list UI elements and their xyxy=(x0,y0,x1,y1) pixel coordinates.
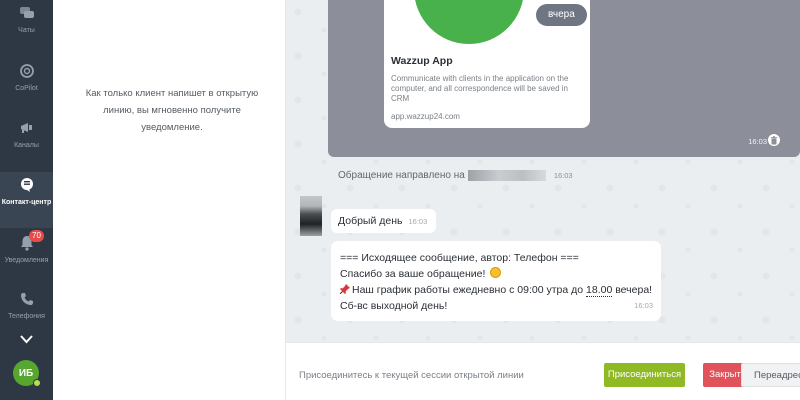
time-highlight[interactable]: 18.00 xyxy=(586,284,613,297)
client-avatar[interactable] xyxy=(300,196,322,236)
sidebar-item-label: Контакт-центр xyxy=(1,199,52,206)
sessions-empty-panel: Как только клиент напишет в открытую лин… xyxy=(53,0,286,400)
message-time: 16:03 xyxy=(634,301,653,310)
message-line: Спасибо за ваше обращение! xyxy=(340,266,653,282)
sidebar-item-label: Чаты xyxy=(18,27,35,34)
sidebar-item-notifications[interactable]: 70 Уведомления xyxy=(0,230,53,290)
sidebar-item-label: Телефония xyxy=(8,313,45,320)
join-session-prompt: Присоединитесь к текущей сессии открытой… xyxy=(299,370,524,381)
sidebar-item-label: Уведомления xyxy=(4,257,49,264)
message-line-text: Спасибо за ваше обращение! xyxy=(340,268,486,280)
sidebar-item-channels[interactable]: Каналы xyxy=(0,119,53,175)
sidebar-item-copilot[interactable]: CoPilot xyxy=(0,62,53,118)
link-preview-description: Communicate with clients in the applicat… xyxy=(391,74,569,103)
trash-icon[interactable] xyxy=(768,134,780,146)
incoming-message: Добрый день 16:03 xyxy=(331,209,436,233)
message-text: Добрый день xyxy=(338,215,403,227)
message-time: 16:03 xyxy=(553,171,573,180)
message-time: 16:03 xyxy=(408,217,428,226)
copilot-icon xyxy=(18,62,36,80)
chevron-down-icon[interactable] xyxy=(18,332,35,346)
blurred-operator-name xyxy=(467,170,546,181)
message-time: 16:03 xyxy=(748,137,767,146)
phone-icon xyxy=(18,290,36,308)
megaphone-icon xyxy=(18,119,36,137)
main-sidebar: Чаты CoPilot Каналы Контакт-центр 70 Уве… xyxy=(0,0,53,400)
join-button[interactable]: Присоединиться xyxy=(604,363,685,387)
sidebar-item-contact-center[interactable]: Контакт-центр xyxy=(0,172,53,228)
day-separator-chip: вчера xyxy=(536,4,587,26)
message-line-text: Наш график работы ежедневно с 09:00 утра… xyxy=(352,284,587,296)
message-line: Сб-вс выходной день! xyxy=(340,300,448,312)
system-message-text: Обращение направлено на xyxy=(338,170,465,181)
action-bar-clip: Присоединитесь к текущей сессии открытой… xyxy=(286,343,800,400)
sidebar-item-label: CoPilot xyxy=(15,85,38,92)
session-action-bar: Присоединитесь к текущей сессии открытой… xyxy=(286,342,800,400)
sidebar-item-label: Каналы xyxy=(14,142,39,149)
sidebar-item-chats[interactable]: Чаты xyxy=(0,4,53,60)
online-status-dot xyxy=(33,379,41,387)
link-preview-domain: app.wazzup24.com xyxy=(391,112,460,121)
notifications-badge: 70 xyxy=(29,230,44,242)
system-message: Обращение направлено на 16:03 xyxy=(338,170,573,181)
message-line: === Исходящее сообщение, автор: Телефон … xyxy=(340,252,579,264)
message-line: Наш график работы ежедневно с 09:00 утра… xyxy=(339,282,653,298)
smile-emoji-icon xyxy=(490,267,502,278)
link-preview-image xyxy=(414,0,524,44)
empty-state-text: Как только клиент напишет в открытую лин… xyxy=(85,88,259,133)
redirect-button[interactable]: Переадресовать xyxy=(741,363,800,387)
chat-bubbles-icon xyxy=(18,4,36,22)
chat-area: Wazzup App Communicate with clients in t… xyxy=(286,0,800,342)
pushpin-emoji-icon xyxy=(339,283,350,295)
link-preview-title: Wazzup App xyxy=(391,55,453,67)
incoming-message: === Исходящее сообщение, автор: Телефон … xyxy=(331,241,661,321)
contact-center-icon xyxy=(18,176,36,194)
message-line-text: вечера! xyxy=(612,284,653,296)
